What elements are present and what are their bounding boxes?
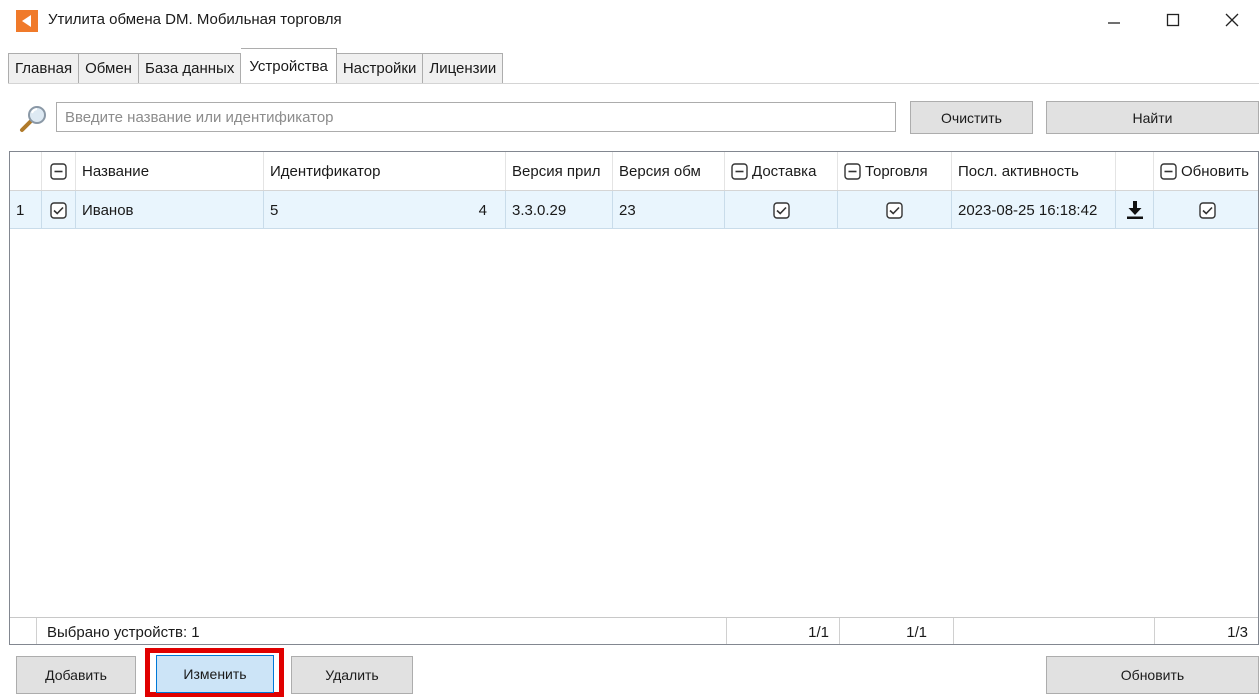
download-button[interactable]: [1116, 191, 1154, 229]
clear-button[interactable]: Очистить: [910, 101, 1033, 134]
exchange-version-cell[interactable]: 23: [613, 191, 725, 229]
tab-licenses[interactable]: Лицензии: [423, 53, 504, 84]
header-last-activity[interactable]: Посл. активность: [952, 152, 1116, 190]
device-name-cell[interactable]: Иванов: [76, 191, 264, 229]
delivery-checkbox[interactable]: [725, 191, 838, 229]
download-icon: [1126, 201, 1143, 219]
checkbox-checked-icon: [886, 201, 903, 219]
delete-button[interactable]: Удалить: [291, 656, 413, 694]
tab-settings[interactable]: Настройки: [336, 53, 424, 84]
header-app-version[interactable]: Версия прил: [506, 152, 613, 190]
add-button[interactable]: Добавить: [16, 656, 136, 694]
maximize-button[interactable]: [1144, 0, 1202, 40]
last-activity-cell[interactable]: 2023-08-25 16:18:42: [952, 191, 1116, 229]
tab-database[interactable]: База данных: [138, 53, 242, 84]
close-button[interactable]: [1203, 0, 1259, 40]
refresh-button[interactable]: Обновить: [1046, 656, 1259, 694]
window-title: Утилита обмена DM. Мобильная торговля: [48, 11, 342, 28]
header-trade-label: Торговля: [865, 162, 928, 180]
row-number: 1: [10, 191, 42, 229]
collapse-minus-icon: [50, 162, 67, 180]
tab-bar: Главная Обмен База данных Устройства Нас…: [8, 48, 504, 84]
update-checkbox[interactable]: [1154, 191, 1258, 229]
header-select-all[interactable]: [42, 152, 76, 190]
identifier-value: 5: [270, 201, 279, 219]
header-download: [1116, 152, 1154, 190]
magnifier-icon: [20, 106, 46, 132]
header-exchange-version[interactable]: Версия обм: [613, 152, 725, 190]
app-version-cell[interactable]: 3.3.0.29: [506, 191, 613, 229]
minimize-icon: [1108, 22, 1120, 24]
checkbox-checked-icon: [772, 201, 790, 219]
collapse-minus-icon: [1160, 162, 1177, 180]
update-summary: 1/3: [1154, 618, 1258, 644]
header-update[interactable]: Обновить: [1154, 152, 1258, 190]
title-bar: Утилита обмена DM. Мобильная торговля: [0, 0, 1259, 44]
delivery-summary: 1/1: [726, 618, 839, 644]
selected-devices-count: Выбрано устройств: 1: [36, 618, 726, 644]
close-icon: [1225, 13, 1239, 27]
device-identifier-cell[interactable]: 5 4: [264, 191, 506, 229]
tab-devices[interactable]: Устройства: [241, 48, 337, 84]
trade-summary: 1/1: [839, 618, 953, 644]
app-logo-icon: [16, 10, 38, 32]
grid-footer: Выбрано устройств: 1 1/1 1/1 1/3: [10, 617, 1258, 644]
header-trade[interactable]: Торговля: [838, 152, 952, 190]
tab-divider: [8, 83, 1259, 84]
tab-exchange[interactable]: Обмен: [79, 53, 139, 84]
collapse-minus-icon: [844, 162, 861, 180]
header-delivery[interactable]: Доставка: [725, 152, 838, 190]
header-delivery-label: Доставка: [752, 162, 817, 180]
edit-button[interactable]: Изменить: [156, 655, 274, 693]
find-button[interactable]: Найти: [1046, 101, 1259, 134]
search-input[interactable]: [56, 102, 896, 132]
tab-main[interactable]: Главная: [8, 53, 80, 84]
row-select-checkbox[interactable]: [42, 191, 76, 229]
trade-checkbox[interactable]: [838, 191, 952, 229]
header-identifier[interactable]: Идентификатор: [264, 152, 506, 190]
checkbox-checked-icon: [1198, 201, 1216, 219]
header-row-number: [10, 152, 42, 190]
devices-grid: Название Идентификатор Версия прил Верси…: [9, 151, 1259, 645]
footer-empty-cell: [953, 618, 1154, 644]
collapse-minus-icon: [731, 162, 748, 180]
identifier-count: 4: [478, 201, 487, 219]
maximize-icon: [1166, 13, 1180, 27]
minimize-button[interactable]: [1085, 0, 1143, 40]
checkbox-checked-icon: [50, 201, 67, 219]
header-update-label: Обновить: [1181, 162, 1249, 180]
header-name[interactable]: Название: [76, 152, 264, 190]
